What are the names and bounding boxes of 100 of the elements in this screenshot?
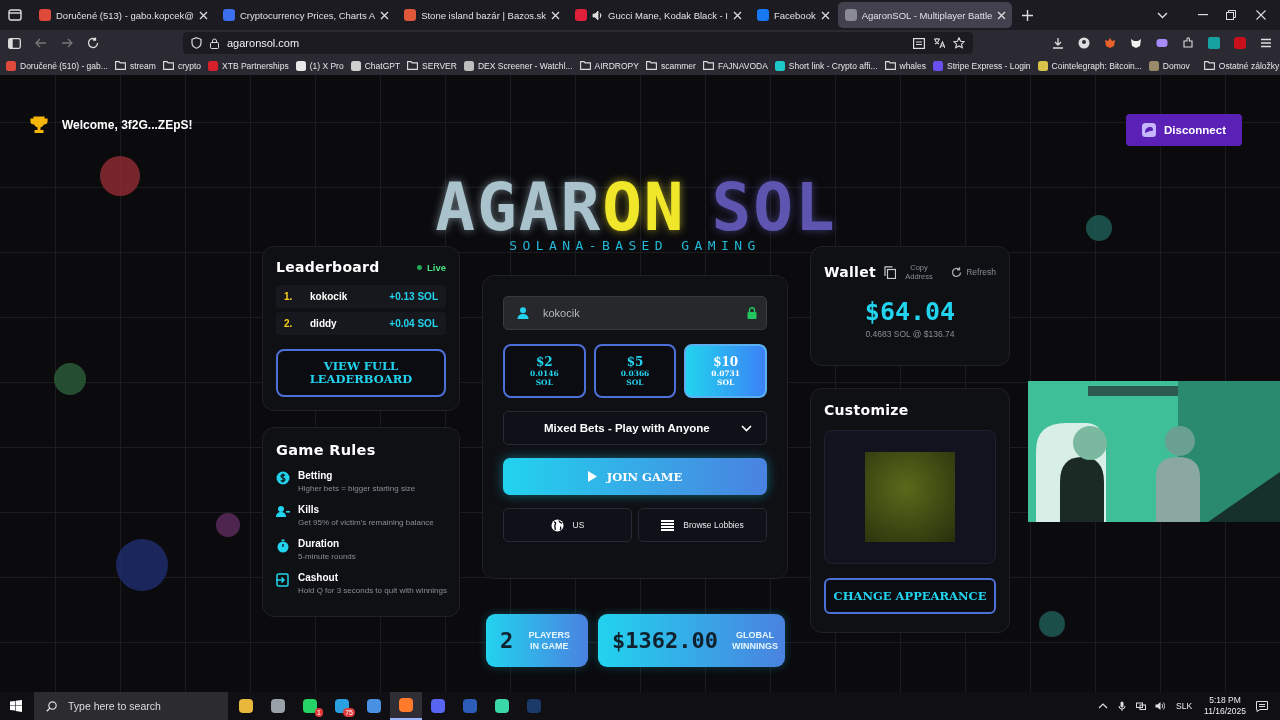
globe-icon — [550, 518, 564, 532]
close-icon[interactable] — [1256, 10, 1266, 20]
play-icon — [587, 471, 597, 482]
input-language[interactable]: SLK — [1176, 701, 1193, 711]
card-title: Leaderboard — [276, 259, 380, 275]
browser-tab[interactable]: Stone island bazár | Bazos.sk — [397, 2, 567, 28]
app-icon — [398, 697, 414, 713]
download-icon[interactable] — [1052, 37, 1064, 49]
bookmark[interactable]: XTB Partnerships — [208, 60, 289, 71]
bookmark[interactable]: Stripe Express - Login — [932, 60, 1031, 71]
user-icon — [517, 307, 529, 319]
username-field[interactable]: kokocik — [503, 296, 767, 330]
welcome-text: Welcome, 3f2G...ZEpS! — [62, 118, 193, 132]
bookmark[interactable]: whales — [884, 60, 926, 71]
bookmark[interactable]: SERVER — [407, 60, 457, 71]
search-icon — [46, 701, 57, 712]
player-name: kokocik — [310, 291, 348, 302]
refresh-button[interactable]: Refresh — [951, 266, 996, 278]
square-extension-icon[interactable] — [1208, 37, 1220, 49]
bookmark[interactable]: AIRDROPY — [579, 60, 639, 71]
site-favicon-icon — [463, 60, 474, 71]
close-icon[interactable] — [380, 10, 390, 20]
app-icon — [526, 698, 542, 714]
refresh-icon — [951, 266, 963, 278]
address-bar[interactable]: agaronsol.com — [183, 32, 973, 54]
network-icon[interactable] — [1136, 701, 1146, 711]
bookmark[interactable]: Short link - Crypto affi... — [774, 60, 878, 71]
stat-label: GLOBAL WINNINGS — [731, 629, 778, 652]
bookmark[interactable]: Ostatné záložky — [1203, 60, 1280, 71]
bookmark[interactable]: Doručené (510) - gab... — [6, 60, 108, 71]
site-favicon-icon — [756, 9, 769, 21]
wallet-extension-icon[interactable] — [1156, 37, 1168, 49]
translate-icon[interactable] — [933, 37, 945, 49]
bookmark[interactable]: stream — [114, 60, 156, 71]
rule-description: Hold Q for 3 seconds to quit with winnings — [298, 586, 447, 595]
browser-tab[interactable]: Gucci Mane, Kodak Black - I — [568, 2, 748, 28]
close-icon[interactable] — [732, 10, 742, 20]
live-status: Live — [427, 261, 446, 273]
browser-tab[interactable]: Cryptocurrency Prices, Charts A — [215, 2, 396, 28]
ghost-icon — [1142, 123, 1156, 137]
bookmark[interactable]: Domov — [1148, 60, 1190, 71]
rank: 1. — [284, 291, 294, 302]
new-tab-icon[interactable] — [1022, 9, 1034, 21]
tab-list-icon[interactable] — [8, 9, 22, 21]
speaker-icon[interactable] — [592, 9, 604, 21]
copy-icon[interactable] — [884, 265, 896, 279]
app-icon — [494, 698, 510, 714]
taskbar-app[interactable] — [390, 692, 422, 720]
star-icon[interactable] — [953, 37, 965, 49]
view-leaderboard-button[interactable]: VIEW FULL LEADERBOARD — [276, 349, 446, 397]
browse-lobbies-button[interactable]: Browse Lobbies — [638, 508, 767, 542]
chevron-down-icon[interactable] — [1157, 11, 1168, 19]
game-mode-dropdown[interactable]: Mixed Bets - Play with Anyone — [503, 411, 767, 445]
close-icon[interactable] — [820, 10, 830, 20]
change-appearance-button[interactable]: CHANGE APPEARANCE — [824, 578, 996, 614]
app-icon — [238, 698, 254, 714]
region-button[interactable]: US — [503, 508, 632, 542]
browser-tab[interactable]: Doručené (513) - gabo.kopcek@ — [32, 2, 214, 28]
site-favicon-icon — [222, 9, 235, 21]
clock-time[interactable]: 5:18 PM — [1209, 695, 1241, 706]
restore-icon[interactable] — [1226, 10, 1236, 20]
clock-date[interactable]: 11/16/2025 — [1204, 706, 1246, 717]
extensions-icon[interactable] — [1182, 37, 1194, 49]
bookmark[interactable]: Cointelegraph: Bitcoin... — [1037, 60, 1142, 71]
close-icon[interactable] — [198, 10, 208, 20]
back-icon[interactable] — [35, 38, 47, 48]
bookmark[interactable]: scammer — [645, 60, 696, 71]
glow-orb — [216, 513, 240, 537]
close-icon[interactable] — [551, 10, 561, 20]
sidebar-icon[interactable] — [8, 37, 21, 49]
bookmark[interactable]: (1) X Pro — [295, 60, 344, 71]
microphone-icon[interactable] — [1117, 701, 1127, 711]
site-favicon-icon — [932, 60, 943, 71]
bookmark[interactable]: ChatGPT — [350, 60, 401, 71]
taskbar-search-field[interactable]: Type here to search — [34, 692, 228, 720]
bookmark[interactable]: DEX Screener - Watchl... — [463, 60, 573, 71]
bookmark[interactable]: FAJNAVODA — [702, 60, 768, 71]
windows-start-icon[interactable] — [10, 700, 22, 712]
card-title: Customize — [824, 402, 910, 418]
glow-orb — [116, 539, 168, 591]
folder-icon — [702, 61, 714, 70]
browser-tab[interactable]: AgaronSOL - Multiplayer Battle — [837, 2, 1013, 28]
kills-rule-icon — [276, 505, 290, 519]
menu-icon[interactable] — [1260, 37, 1272, 49]
bookmark[interactable]: crypto — [162, 60, 202, 71]
notifications-icon[interactable] — [1256, 700, 1268, 712]
player-name: diddy — [310, 318, 337, 329]
minimize-icon[interactable] — [1198, 14, 1208, 16]
forward-icon[interactable] — [61, 38, 73, 48]
chevron-up-icon[interactable] — [1098, 701, 1108, 711]
reload-icon[interactable] — [87, 37, 99, 49]
account-icon[interactable] — [1078, 37, 1090, 49]
disconnect-button[interactable]: Disconnect — [1126, 114, 1242, 146]
card-title: Game Rules — [276, 442, 377, 458]
site-favicon-icon — [6, 60, 16, 71]
volume-icon[interactable] — [1155, 701, 1165, 711]
close-icon[interactable] — [997, 10, 1007, 20]
reader-view-icon[interactable] — [913, 37, 925, 49]
browser-tab[interactable]: Facebook — [749, 2, 836, 28]
card-title: Wallet — [824, 264, 876, 280]
